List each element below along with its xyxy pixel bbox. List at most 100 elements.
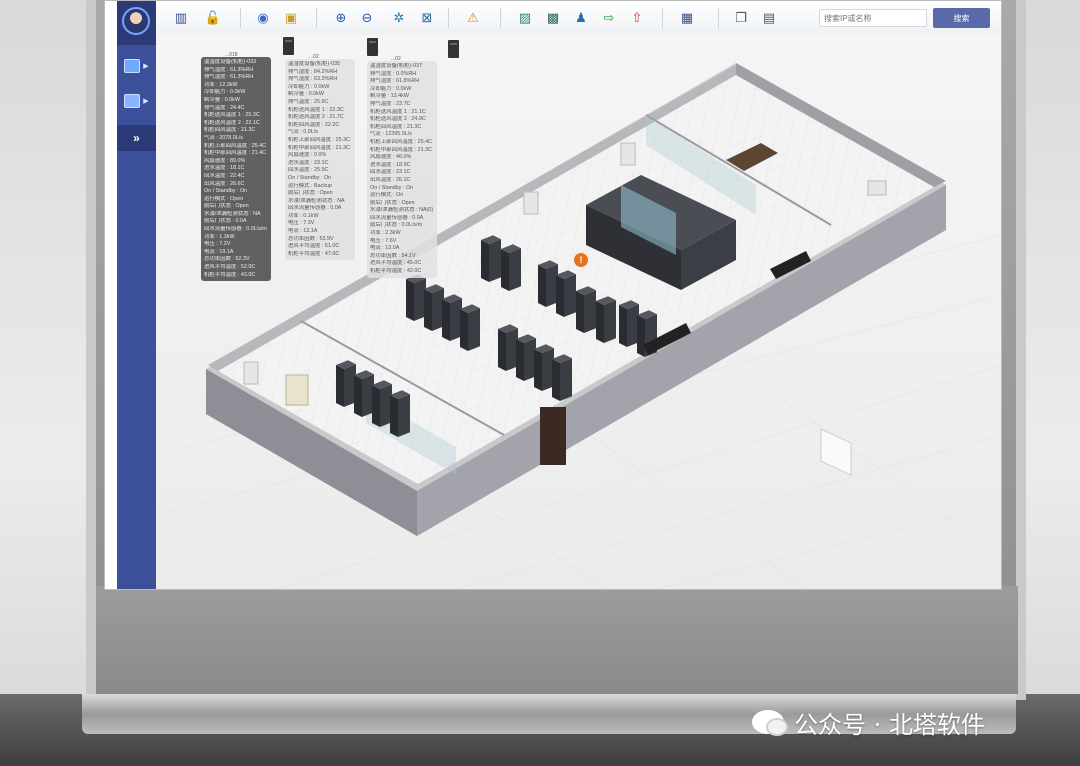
air-conditioner-unit[interactable]	[243, 361, 259, 385]
watermark: 公众号 · 北塔软件	[752, 704, 985, 740]
rotate-button[interactable]: ✲	[390, 9, 408, 27]
user-avatar[interactable]	[122, 7, 150, 35]
air-conditioner-unit[interactable]	[867, 180, 887, 196]
metric-row: 回水温度 : 23.1C	[370, 169, 411, 176]
metric-row: 制冷量 : 0.0kW	[204, 96, 240, 103]
metric-row: 机柜平均温度 : 42.0C	[370, 268, 422, 275]
metric-row: 机柜回风温度 : 21.3C	[370, 123, 422, 130]
air-conditioner-unit[interactable]	[620, 142, 636, 166]
sidebar-expand-button[interactable]: »	[117, 125, 156, 151]
box-button[interactable]: ▣	[282, 9, 300, 27]
metric-row: 出风温度 : 26.1C	[370, 176, 411, 183]
search-button[interactable]: 搜索	[933, 8, 990, 28]
cabinet-icon[interactable]	[283, 37, 294, 55]
search-input[interactable]	[819, 9, 927, 27]
server-rack[interactable]	[390, 390, 410, 437]
metric-row: 运行模式 : On	[370, 192, 404, 199]
metric-row: 机柜送风温度 1 : 21.1C	[370, 108, 426, 115]
list-menu-icon	[124, 59, 141, 73]
chevron-right-icon: ▶	[143, 63, 149, 70]
server-rack[interactable]	[556, 270, 576, 317]
server-rack[interactable]	[552, 354, 572, 401]
sidebar-item-topology[interactable]: ▶	[117, 88, 156, 114]
server-rack[interactable]	[442, 294, 462, 341]
server-rack[interactable]	[354, 370, 374, 417]
metric-row: 进风平均温度 : 45.0C	[370, 260, 422, 267]
server-rack[interactable]	[516, 334, 536, 381]
server-rack[interactable]	[372, 380, 392, 427]
globe-button[interactable]: ◉	[254, 9, 272, 27]
server-rack[interactable]	[481, 235, 501, 282]
server-rack[interactable]	[460, 304, 480, 351]
cabinet-info-panel: 温湿度设备(机柜)-037 排气湿度 : 0.0%RH 排气湿度 : 61.8%RH…	[367, 61, 437, 278]
server-rack[interactable]	[498, 324, 518, 371]
room-door[interactable]	[540, 407, 566, 465]
picture-button[interactable]: ▩	[544, 9, 562, 27]
server-rack[interactable]	[501, 244, 521, 291]
metric-row: 机柜送风温度 2 : 21.7C	[288, 114, 344, 121]
metric-row: 运行模式 : Backup	[288, 182, 333, 189]
server-rack[interactable]	[336, 360, 356, 407]
metric-row: 机柜平均温度 : 43.0C	[204, 271, 256, 278]
metric-row: 机柜上部回风温度 : 25.4C	[370, 138, 433, 145]
image-button[interactable]: ▨	[516, 9, 534, 27]
alarm-marker-icon[interactable]: !	[574, 253, 588, 267]
metric-row: 电流 : 19.1A	[204, 248, 234, 255]
server-rack[interactable]	[619, 300, 639, 347]
metric-row: 机柜送风温度 1 : 25.3C	[204, 112, 260, 119]
metric-row: 水浸/泄漏检测状态 : NA	[288, 197, 345, 204]
metric-row: 温湿度设备(机柜)-037	[370, 63, 423, 69]
metric-row: 回水温度 : 25.9C	[288, 167, 329, 174]
person-button[interactable]: ♟	[572, 9, 590, 27]
metric-row: 气流 : 2078.0L/s	[204, 134, 243, 141]
metric-row: 机柜中部回风温度 : 21.3C	[370, 146, 433, 153]
zoom-in-button[interactable]: ⊕	[332, 9, 350, 27]
metric-row: 排气湿度 : 61.8%RH	[370, 78, 420, 85]
3d-datacenter-view[interactable]: ...018 温湿度设备(机柜)-033 排气湿度 : 61.3%RH 排气湿度 : …	[156, 35, 1001, 589]
topology-icon	[124, 94, 141, 108]
air-conditioner-unit[interactable]	[523, 191, 539, 215]
metric-row: 冷却能力 : 0.0kW	[204, 89, 246, 96]
upload-icon: ⇧	[631, 10, 643, 25]
upload-button[interactable]: ⇧	[628, 9, 646, 27]
toolbar-divider	[500, 8, 501, 28]
server-rack[interactable]	[534, 344, 554, 391]
metric-row: 风扇速度 : 46.0%	[370, 154, 412, 161]
metric-row: 进风平均温度 : 51.0C	[288, 243, 340, 250]
sidebar-item-menu[interactable]: ▶	[117, 53, 156, 79]
export-button[interactable]: ⇨	[600, 9, 618, 27]
fit-screen-button[interactable]: ⊠	[418, 9, 436, 27]
cabinet-icon[interactable]	[367, 38, 378, 56]
zoom-in-icon: ⊕	[335, 10, 347, 25]
metric-row: 制冷量 : 0.0kW	[288, 91, 324, 98]
unlock-button[interactable]: 🔓	[204, 9, 222, 27]
window-button[interactable]: ❐	[732, 9, 750, 27]
metric-row: 机柜送风温度 2 : 22.1C	[204, 119, 260, 126]
alarm-warning-button[interactable]: ⚠	[464, 9, 482, 27]
ups-unit[interactable]	[285, 374, 309, 406]
image-icon: ▨	[518, 10, 532, 25]
server-rack[interactable]	[538, 260, 558, 307]
device-list-button[interactable]: ▥	[172, 9, 190, 27]
metric-row: 冷却能力 : 0.0kW	[370, 85, 412, 92]
app-screen: ▶ ▶ » 搜索 ▥ 🔓 ◉ ▣ ⊕ ⊖ ✲ ⊠ ⚠ ▨ ▩ ♟ ⇨ ⇧ ▦ ❐ ▤	[104, 0, 1002, 590]
metric-row: 机柜回风温度 : 21.3C	[204, 127, 256, 134]
cabinet-icon[interactable]	[448, 40, 459, 58]
server-rack[interactable]	[424, 284, 444, 331]
metric-row: 前后门状态 : 0.0A	[204, 218, 247, 225]
metric-row: 前后门状态 : Open	[370, 199, 415, 206]
metric-row: 回水温度 : 22.4C	[204, 172, 245, 179]
metric-row: 冷却能力 : 0.0kW	[288, 83, 330, 90]
server-rack[interactable]	[406, 274, 426, 321]
metric-row: 功率 : 0.1kW	[288, 212, 319, 219]
server-rack[interactable]	[576, 286, 596, 333]
toolbar-divider	[718, 8, 719, 28]
server-rack[interactable]	[596, 296, 616, 343]
layout-select-button[interactable]: ▦	[678, 9, 696, 27]
metric-row: 机柜平均温度 : 47.0C	[288, 250, 340, 257]
metric-row: 进水温度 : 18.9C	[370, 161, 411, 168]
panel-button[interactable]: ▤	[760, 9, 778, 27]
window-icon: ❐	[735, 10, 747, 25]
metric-row: 排气温度 : 24.4C	[204, 104, 245, 111]
zoom-out-button[interactable]: ⊖	[358, 9, 376, 27]
